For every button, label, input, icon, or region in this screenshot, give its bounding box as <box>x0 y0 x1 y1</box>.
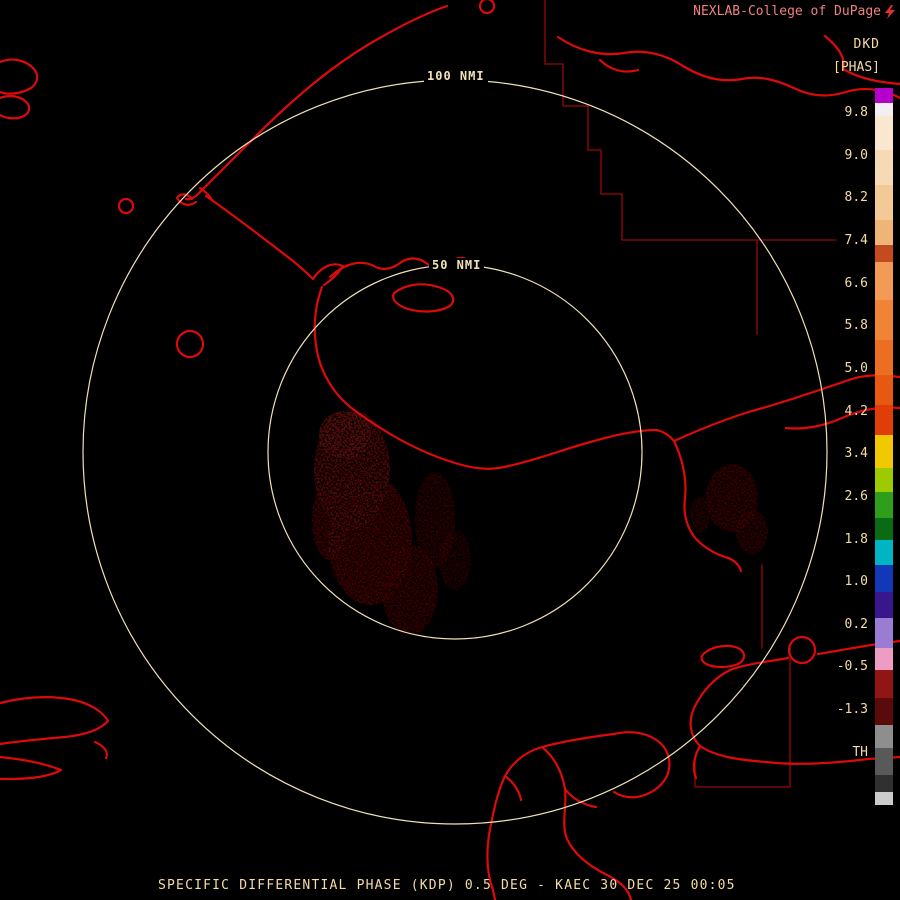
coastline <box>612 731 671 799</box>
island-outline <box>117 197 135 215</box>
colorbar-segment <box>875 435 893 468</box>
radar-echo <box>736 510 768 554</box>
colorbar-segment <box>875 518 893 540</box>
colorbar-segment <box>875 618 893 648</box>
colorbar-segment <box>875 185 893 220</box>
colorbar-bottom-label: TH <box>852 745 868 760</box>
coastline <box>598 58 640 73</box>
colorbar-segment <box>875 340 893 375</box>
colorbar-segment <box>875 300 893 340</box>
radar-echo <box>312 480 348 560</box>
coastline <box>700 644 746 669</box>
colorbar-segment <box>875 775 893 792</box>
radar-map <box>0 0 900 900</box>
colorbar-segment <box>875 245 893 262</box>
colorbar-segment <box>875 648 893 670</box>
colorbar-segment <box>875 792 893 805</box>
colorbar-segment <box>875 592 893 618</box>
colorbar-segment <box>875 103 893 116</box>
colorbar-segment <box>875 150 893 185</box>
coastline <box>93 740 108 760</box>
range-ring-100nmi <box>82 79 828 825</box>
island-outline <box>175 329 205 359</box>
colorbar-segment <box>875 116 893 150</box>
colorbar-segment <box>875 88 893 103</box>
radar-echo <box>690 497 710 533</box>
colorbar-segment <box>875 748 893 775</box>
colorbar-segment <box>875 262 893 300</box>
boundary-lines-layer <box>544 0 837 788</box>
colorbar-segment <box>875 565 893 592</box>
brand-header: NEXLAB-College of DuPage <box>693 4 896 19</box>
coastline <box>204 194 315 281</box>
colorbar-segment <box>875 540 893 565</box>
coastline <box>184 4 449 201</box>
coastline <box>692 744 702 780</box>
coastline <box>0 755 63 781</box>
colorbar-segment <box>875 725 893 748</box>
colorbar-segments <box>875 88 893 805</box>
coastline <box>311 263 345 287</box>
coastline <box>655 374 900 443</box>
radar-echoes-layer <box>312 410 768 635</box>
radar-echo <box>439 530 471 590</box>
coastline <box>486 732 616 900</box>
coastlines-layer <box>0 0 900 900</box>
colorbar-segment <box>875 220 893 245</box>
coastline <box>392 283 455 313</box>
colorbar <box>875 88 893 805</box>
nexlab-logo-icon <box>885 4 895 19</box>
radar-display: 100 NMI 50 NMI NEXLAB-College of DuPage … <box>0 0 900 900</box>
radar-echo <box>319 411 371 459</box>
colorbar-segment <box>875 405 893 435</box>
range-ring-label-50nmi: 50 NMI <box>429 258 485 272</box>
boundary-line <box>544 0 837 241</box>
boundary-line <box>694 647 791 788</box>
colorbar-segment <box>875 468 893 492</box>
colorbar-segment <box>875 375 893 405</box>
product-code: DKD <box>853 37 880 52</box>
brand-text: NEXLAB-College of DuPage <box>693 4 881 19</box>
coastline <box>503 774 523 802</box>
island-outline <box>787 635 817 665</box>
product-units: [PHAS] <box>833 60 880 75</box>
range-rings-layer <box>82 79 828 825</box>
island-outline <box>478 0 496 15</box>
coastline <box>0 94 31 120</box>
coastline <box>0 58 39 95</box>
colorbar-segment <box>875 670 893 698</box>
colorbar-segment <box>875 698 893 725</box>
coastline <box>0 696 110 746</box>
colorbar-segment <box>875 492 893 518</box>
range-ring-label-100nmi: 100 NMI <box>424 69 488 83</box>
product-caption: SPECIFIC DIFFERENTIAL PHASE (KDP) 0.5 DE… <box>158 878 736 893</box>
